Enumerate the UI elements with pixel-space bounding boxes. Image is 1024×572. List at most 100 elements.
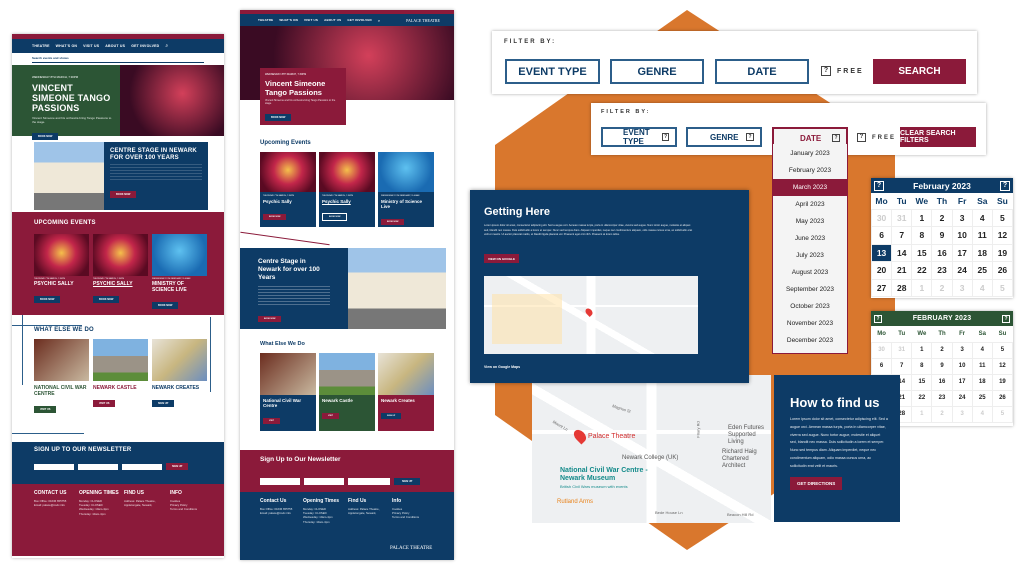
nav-item[interactable]: GET INVOLVED <box>347 18 372 22</box>
day-cell[interactable]: 25 <box>971 261 993 280</box>
activity-title[interactable]: NATIONAL CIVIL WAR CENTRE <box>34 385 89 397</box>
free-checkbox[interactable]: ? FREE <box>821 66 864 76</box>
checkbox-icon[interactable]: ? <box>857 133 866 142</box>
date-option[interactable]: October 2023 <box>773 298 847 315</box>
day-cell[interactable]: 5 <box>991 405 1014 423</box>
email-input[interactable] <box>348 478 390 485</box>
day-cell[interactable]: 14 <box>891 243 913 262</box>
day-cell[interactable]: 1 <box>911 278 933 297</box>
castle-image[interactable] <box>319 353 375 395</box>
map-tiles[interactable]: Palace Theatre National Civil War Centre… <box>532 375 771 523</box>
book-now-button[interactable]: BOOK NOW <box>381 219 405 225</box>
nav-item[interactable]: WHAT'S ON <box>56 44 77 48</box>
day-cell[interactable]: 9 <box>931 357 953 375</box>
day-cell[interactable]: 3 <box>951 405 973 423</box>
civil-war-image[interactable] <box>34 339 89 381</box>
clear-search-filters-button[interactable]: CLEAR SEARCH FILTERS <box>900 127 976 147</box>
day-cell[interactable]: 31 <box>891 208 913 227</box>
day-cell[interactable]: 24 <box>951 261 973 280</box>
last-name-input[interactable] <box>78 464 118 470</box>
event-title[interactable]: PSYCHIC SALLY <box>93 281 148 287</box>
genre-filter[interactable]: GENRE <box>610 59 704 84</box>
book-now-button[interactable]: BOOK NOW <box>322 213 348 221</box>
day-cell[interactable]: 18 <box>971 243 993 262</box>
first-name-input[interactable] <box>34 464 74 470</box>
prev-month-icon[interactable]: ? <box>874 314 882 323</box>
book-now-button[interactable]: BOOK NOW <box>258 316 282 322</box>
map-pin-icon[interactable] <box>584 307 594 317</box>
day-cell[interactable]: 13 <box>870 243 893 262</box>
day-cell[interactable]: 11 <box>971 357 993 375</box>
nav-item[interactable]: VISIT US <box>83 44 99 48</box>
date-option[interactable]: November 2023 <box>773 315 847 332</box>
date-option[interactable]: August 2023 <box>773 264 847 281</box>
nav-item[interactable]: THEATRE <box>32 44 50 48</box>
day-cell[interactable]: 19 <box>991 373 1014 391</box>
day-cell[interactable]: 3 <box>951 278 973 297</box>
event-type-filter[interactable]: EVENT TYPE? <box>601 127 677 147</box>
visit-button[interactable]: VISIT US <box>34 406 57 413</box>
day-cell[interactable]: 9 <box>931 226 953 245</box>
castle-image[interactable] <box>93 339 148 381</box>
prev-month-icon[interactable]: ? <box>874 180 884 191</box>
day-cell[interactable]: 10 <box>951 357 973 375</box>
day-cell[interactable]: 6 <box>870 226 893 245</box>
event-title[interactable]: Psychic Sally <box>263 199 313 204</box>
creates-image[interactable] <box>152 339 207 381</box>
book-now-button[interactable]: BOOK NOW <box>32 133 59 140</box>
day-cell[interactable]: 2 <box>931 208 953 227</box>
event-image[interactable] <box>260 152 316 192</box>
date-option[interactable]: April 2023 <box>773 196 847 213</box>
event-title[interactable]: PSYCHIC SALLY <box>34 281 89 287</box>
date-option[interactable]: December 2023 <box>773 332 847 349</box>
day-cell[interactable]: 2 <box>931 405 953 423</box>
day-cell[interactable]: 22 <box>911 389 933 407</box>
event-title[interactable]: MINISTRY OF SCIENCE LIVE <box>152 281 207 293</box>
sign-up-button[interactable]: SIGN UP <box>394 478 421 485</box>
book-now-button[interactable]: BOOK NOW <box>152 302 179 309</box>
google-map-embed[interactable] <box>484 276 698 354</box>
day-cell[interactable]: 27 <box>870 278 893 297</box>
activity-title[interactable]: National Civil War Centre <box>263 398 313 408</box>
book-now-button[interactable]: BOOK NOW <box>34 296 61 303</box>
footer-link[interactable]: Terms and Conditions <box>170 507 197 511</box>
day-cell[interactable]: 20 <box>870 261 893 280</box>
search-icon[interactable]: ⌕ <box>165 43 168 49</box>
date-option[interactable]: February 2023 <box>773 162 847 179</box>
day-cell[interactable]: 4 <box>971 278 993 297</box>
search-bar[interactable]: Search events and shows <box>32 53 204 63</box>
activity-title[interactable]: Newark Castle <box>322 398 372 403</box>
day-cell[interactable]: 5 <box>991 341 1014 359</box>
event-image[interactable] <box>319 152 375 192</box>
day-cell[interactable]: 16 <box>931 243 953 262</box>
nav-item[interactable]: THEATRE <box>258 18 273 22</box>
book-now-button[interactable]: BOOK NOW <box>93 296 120 303</box>
date-option[interactable]: March 2023 <box>773 179 847 196</box>
date-option[interactable]: July 2023 <box>773 247 847 264</box>
search-button[interactable]: SEARCH <box>873 59 966 84</box>
creates-image[interactable] <box>378 353 434 395</box>
day-cell[interactable]: 7 <box>891 226 913 245</box>
footer-email-link[interactable]: Email: palace@nsdc.info <box>260 511 292 515</box>
event-image[interactable] <box>34 234 89 276</box>
last-name-input[interactable] <box>304 478 344 485</box>
day-cell[interactable]: 19 <box>991 243 1014 262</box>
day-cell[interactable]: 16 <box>931 373 953 391</box>
day-cell[interactable]: 6 <box>870 357 893 375</box>
book-now-button[interactable]: BOOK NOW <box>265 114 292 121</box>
next-month-icon[interactable]: ? <box>1002 314 1010 323</box>
view-on-google-button[interactable]: VIEW ON GOOGLE <box>484 254 520 263</box>
checkbox-icon[interactable]: ? <box>821 66 831 76</box>
free-checkbox[interactable]: ? FREE <box>857 133 896 142</box>
event-image[interactable] <box>93 234 148 276</box>
day-cell[interactable]: 15 <box>911 243 933 262</box>
visit-button[interactable]: VISIT <box>263 418 281 424</box>
get-directions-button[interactable]: GET DIRECTIONS <box>790 476 843 490</box>
book-now-button[interactable]: BOOK NOW <box>110 191 137 198</box>
search-icon[interactable]: ⌕ <box>378 18 380 23</box>
event-image[interactable] <box>152 234 207 276</box>
day-cell[interactable]: 10 <box>951 226 973 245</box>
day-cell[interactable]: 21 <box>891 261 913 280</box>
day-cell[interactable]: 22 <box>911 261 933 280</box>
day-cell[interactable]: 12 <box>991 226 1014 245</box>
